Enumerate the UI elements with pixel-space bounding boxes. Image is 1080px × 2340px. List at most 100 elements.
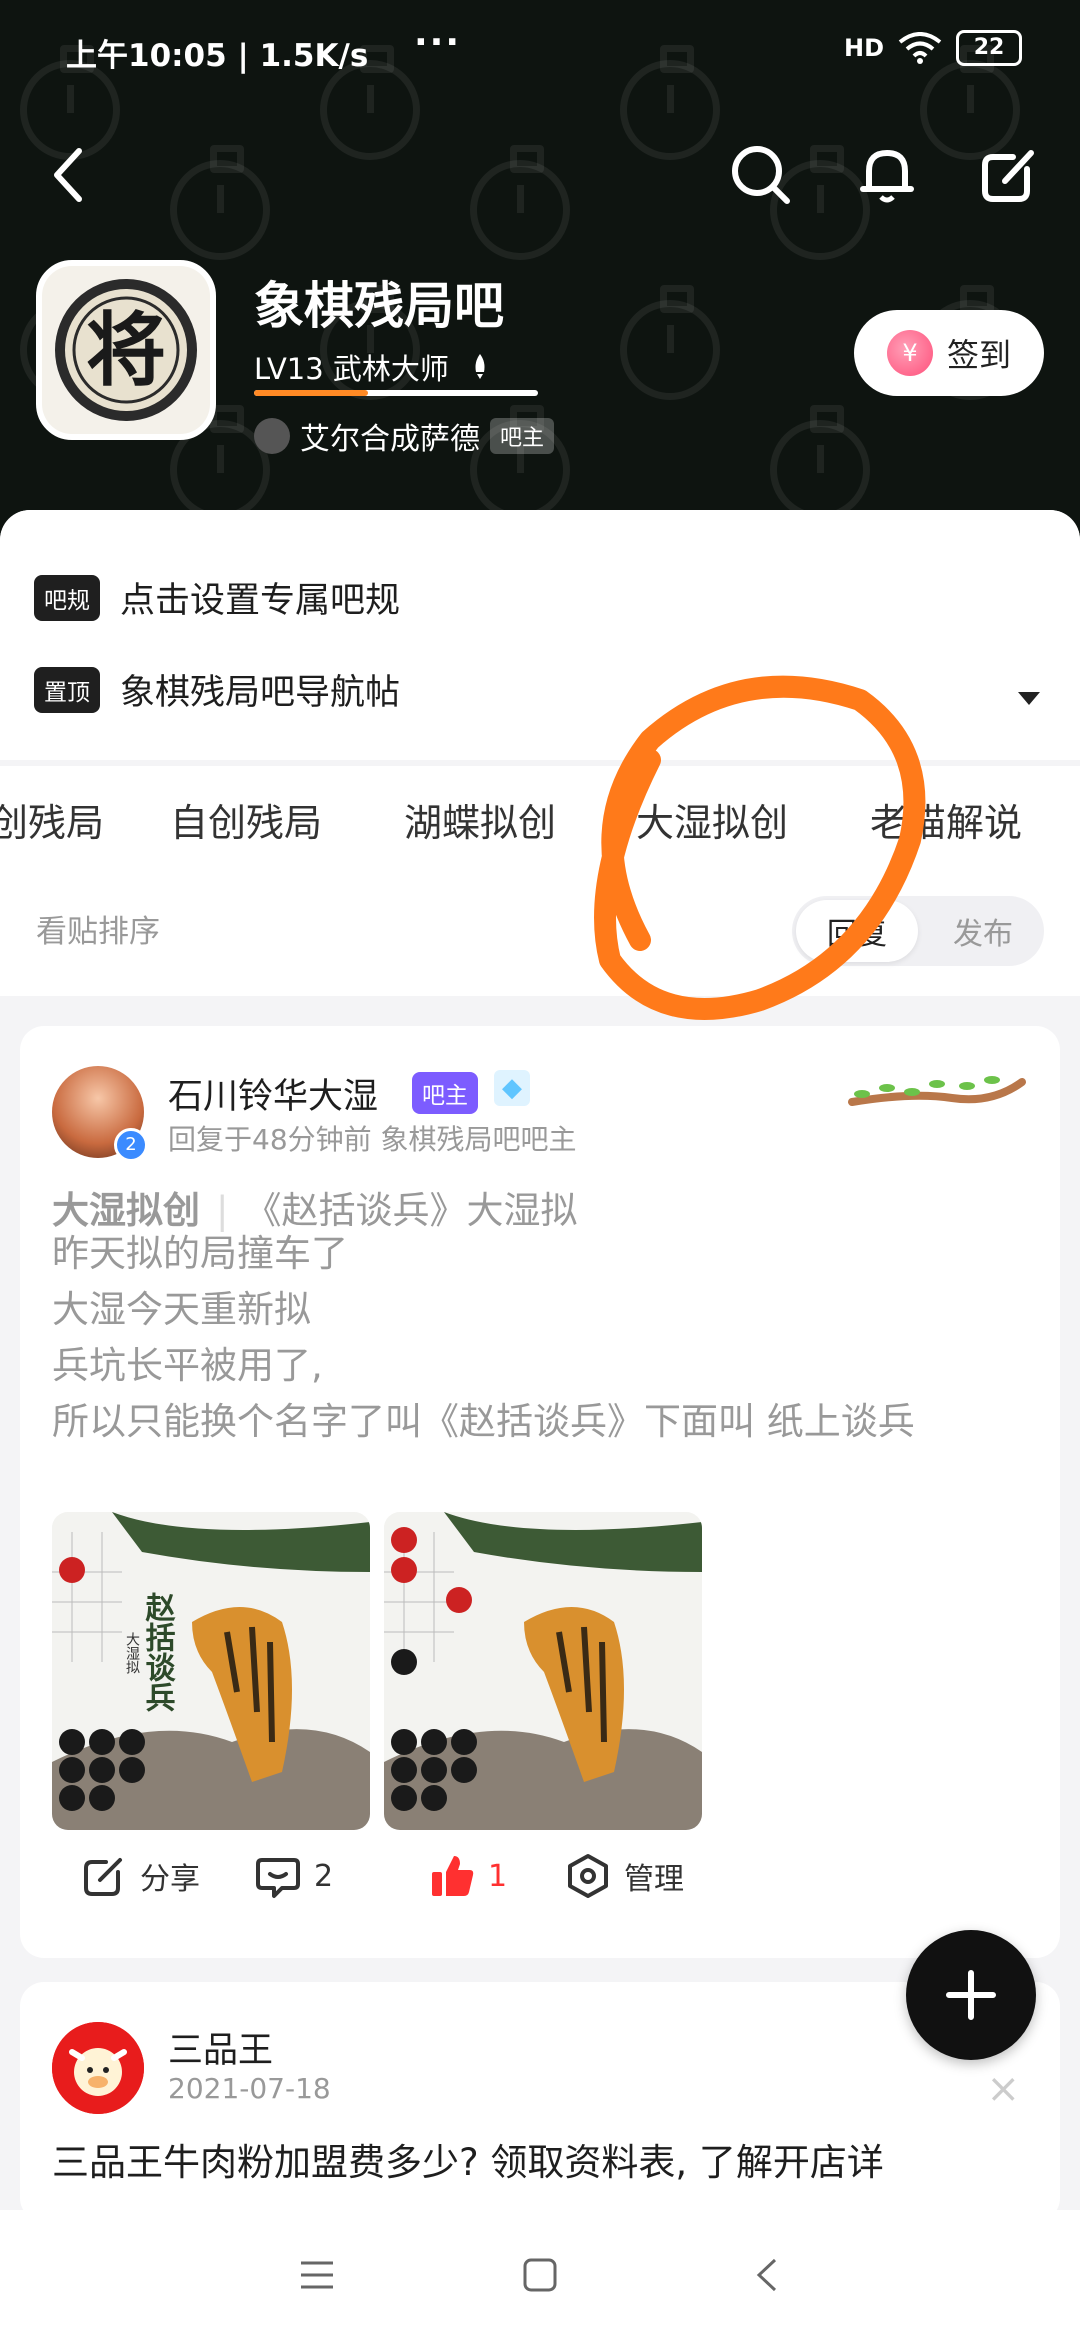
sort-option-publish[interactable]: 发布 <box>922 896 1044 966</box>
post-body-line: 昨天拟的局撞车了 <box>52 1232 348 1275</box>
diamond-icon: ◆ <box>494 1070 530 1106</box>
thumbs-up-icon <box>432 1856 474 1896</box>
plus-icon <box>946 1970 996 2020</box>
comment-count: 2 <box>314 1858 334 1894</box>
search-icon <box>732 146 790 204</box>
tiger-chess-image <box>384 1512 702 1830</box>
bull-mascot-icon <box>52 2022 144 2114</box>
notice-text: 象棋残局吧导航帖 <box>120 673 401 713</box>
notice-rules[interactable]: 吧规 点击设置专属吧规 <box>34 572 400 623</box>
ad-text[interactable]: 三品王牛肉粉加盟费多少? 领取资料表, 了解开店详 <box>52 2132 884 2186</box>
forum-avatar[interactable]: 将 <box>36 260 216 440</box>
home-nav-button[interactable] <box>515 2250 565 2300</box>
status-more-icon: ··· <box>414 22 462 63</box>
close-icon[interactable]: × <box>986 2066 1020 2112</box>
signal-icon: HD <box>843 34 884 62</box>
search-button[interactable] <box>726 140 796 210</box>
back-triangle-icon <box>756 2258 777 2292</box>
sign-in-label: 签到 <box>946 336 1011 374</box>
notice-tag: 置顶 <box>34 666 100 713</box>
manage-button[interactable]: 管理 <box>564 1852 684 1900</box>
tiger-chess-image: 赵括谈兵 大湿拟 <box>52 1512 370 1830</box>
square-home-icon <box>523 2258 557 2292</box>
tab-item[interactable]: 大湿拟创 <box>636 792 788 847</box>
sort-option-reply[interactable]: 回复 <box>796 900 918 962</box>
image-calligraphy-sub: 大湿拟 <box>124 1632 140 1674</box>
author-avatar[interactable]: 2 <box>52 1066 148 1162</box>
post-body-line: 大湿今天重新拟 <box>52 1288 311 1331</box>
image-calligraphy-title: 赵括谈兵 <box>140 1592 176 1712</box>
owner-avatar <box>254 418 290 454</box>
post-card[interactable]: 2 石川铃华大湿 吧主 ◆ 回复于48分钟前 象棋残局吧吧主 大湿拟创 | 《赵括谈… <box>20 1026 1060 1958</box>
rocket-icon <box>475 354 485 379</box>
ad-author-name[interactable]: 三品王 <box>168 2022 273 2073</box>
bell-icon <box>860 150 914 203</box>
verified-badge: 2 <box>114 1128 148 1162</box>
sort-bar: 看贴排序 回复 发布 <box>0 866 1080 996</box>
tab-item[interactable]: 自创残局 <box>170 792 322 847</box>
notice-pinned[interactable]: 置顶 象棋残局吧导航帖 <box>34 664 400 715</box>
branch-decoration-icon <box>848 1076 1026 1106</box>
forum-header: 将 象棋残局吧 LV13 武林大师 艾尔合成萨德 吧主 ¥ 签到 <box>0 260 1080 460</box>
hexagon-settings-icon <box>568 1854 608 1898</box>
forum-name: 象棋残局吧 <box>254 277 504 335</box>
like-button[interactable]: 1 <box>428 1852 507 1900</box>
author-role-badge: 吧主 <box>412 1072 478 1114</box>
menu-icon <box>301 2261 333 2289</box>
status-bar: 上午10:05 | 1.5K/s ··· HD 22 <box>0 0 1080 100</box>
menu-nav-button[interactable] <box>292 2250 342 2300</box>
post-body: 昨天拟的局撞车了 大湿今天重新拟 兵坑长平被用了, 所以只能换个名字了叫《赵括谈… <box>52 1226 915 1450</box>
chevron-left-icon <box>54 148 82 202</box>
stopwatch-pattern-icon <box>470 145 570 260</box>
compose-button[interactable] <box>974 140 1044 210</box>
like-count: 1 <box>488 1858 508 1894</box>
share-label: 分享 <box>140 1862 200 1897</box>
tab-item[interactable]: 创残局 <box>0 792 104 847</box>
ad-date: 2021-07-18 <box>168 2072 331 2105</box>
battery-icon: 22 <box>956 30 1022 66</box>
level-progress-bar <box>254 390 538 396</box>
post-body-line: 兵坑长平被用了, <box>52 1344 323 1387</box>
ad-post-card[interactable]: 三品王 2021-07-18 × 三品王牛肉粉加盟费多少? 领取资料表, 了解开… <box>20 1982 1060 2222</box>
tab-item[interactable]: 老猫解说 <box>870 792 1022 847</box>
new-post-fab[interactable] <box>906 1930 1036 2060</box>
comment-button[interactable]: 2 <box>254 1852 333 1900</box>
compose-icon <box>982 150 1034 202</box>
post-actions: 分享 2 1 管理 <box>20 1852 1060 1942</box>
sort-toggle: 回复 发布 <box>792 896 1044 966</box>
forum-owner[interactable]: 艾尔合成萨德 吧主 <box>254 414 555 458</box>
coin-icon: ¥ <box>886 330 933 376</box>
wifi-icon <box>898 32 942 64</box>
share-button[interactable]: 分享 <box>80 1852 200 1900</box>
level-progress-fill <box>254 390 368 396</box>
chess-piece-icon: 将 <box>42 266 210 434</box>
sign-in-button[interactable]: ¥ 签到 <box>854 310 1044 396</box>
back-nav-button[interactable] <box>742 2250 792 2300</box>
notice-text: 点击设置专属吧规 <box>120 581 401 621</box>
forum-level: LV13 武林大师 <box>254 352 449 386</box>
tab-item[interactable]: 湖蝶拟创 <box>404 792 556 847</box>
notice-area: 吧规 点击设置专属吧规 置顶 象棋残局吧导航帖 <box>0 510 1080 760</box>
manage-label: 管理 <box>624 1862 684 1897</box>
category-tabs: 创残局 自创残局 湖蝶拟创 大湿拟创 老猫解说 <box>0 766 1080 866</box>
post-image[interactable] <box>384 1512 702 1830</box>
notice-tag: 吧规 <box>34 574 100 621</box>
post-image[interactable]: 赵括谈兵 大湿拟 <box>52 1512 370 1830</box>
comment-icon <box>256 1858 300 1898</box>
post-meta: 回复于48分钟前 象棋残局吧吧主 <box>168 1123 577 1156</box>
stopwatch-pattern-icon <box>170 145 270 260</box>
post-body-line: 所以只能换个名字了叫《赵括谈兵》下面叫 纸上谈兵 <box>52 1400 915 1443</box>
status-time-speed: 上午10:05 | 1.5K/s <box>66 38 369 74</box>
system-nav-bar <box>0 2210 1080 2340</box>
forum-avatar-char: 将 <box>86 304 166 397</box>
notification-button[interactable] <box>852 140 922 210</box>
author-name[interactable]: 石川铃华大湿 <box>168 1068 378 1119</box>
ad-avatar[interactable] <box>52 2022 144 2114</box>
owner-name: 艾尔合成萨德 <box>300 422 480 457</box>
owner-tag: 吧主 <box>490 418 555 454</box>
share-icon <box>84 1858 122 1896</box>
back-button[interactable] <box>34 140 104 210</box>
sort-label: 看贴排序 <box>36 914 160 950</box>
expand-arrow-icon[interactable] <box>1018 692 1040 705</box>
status-right-group: HD 22 <box>844 30 1022 66</box>
